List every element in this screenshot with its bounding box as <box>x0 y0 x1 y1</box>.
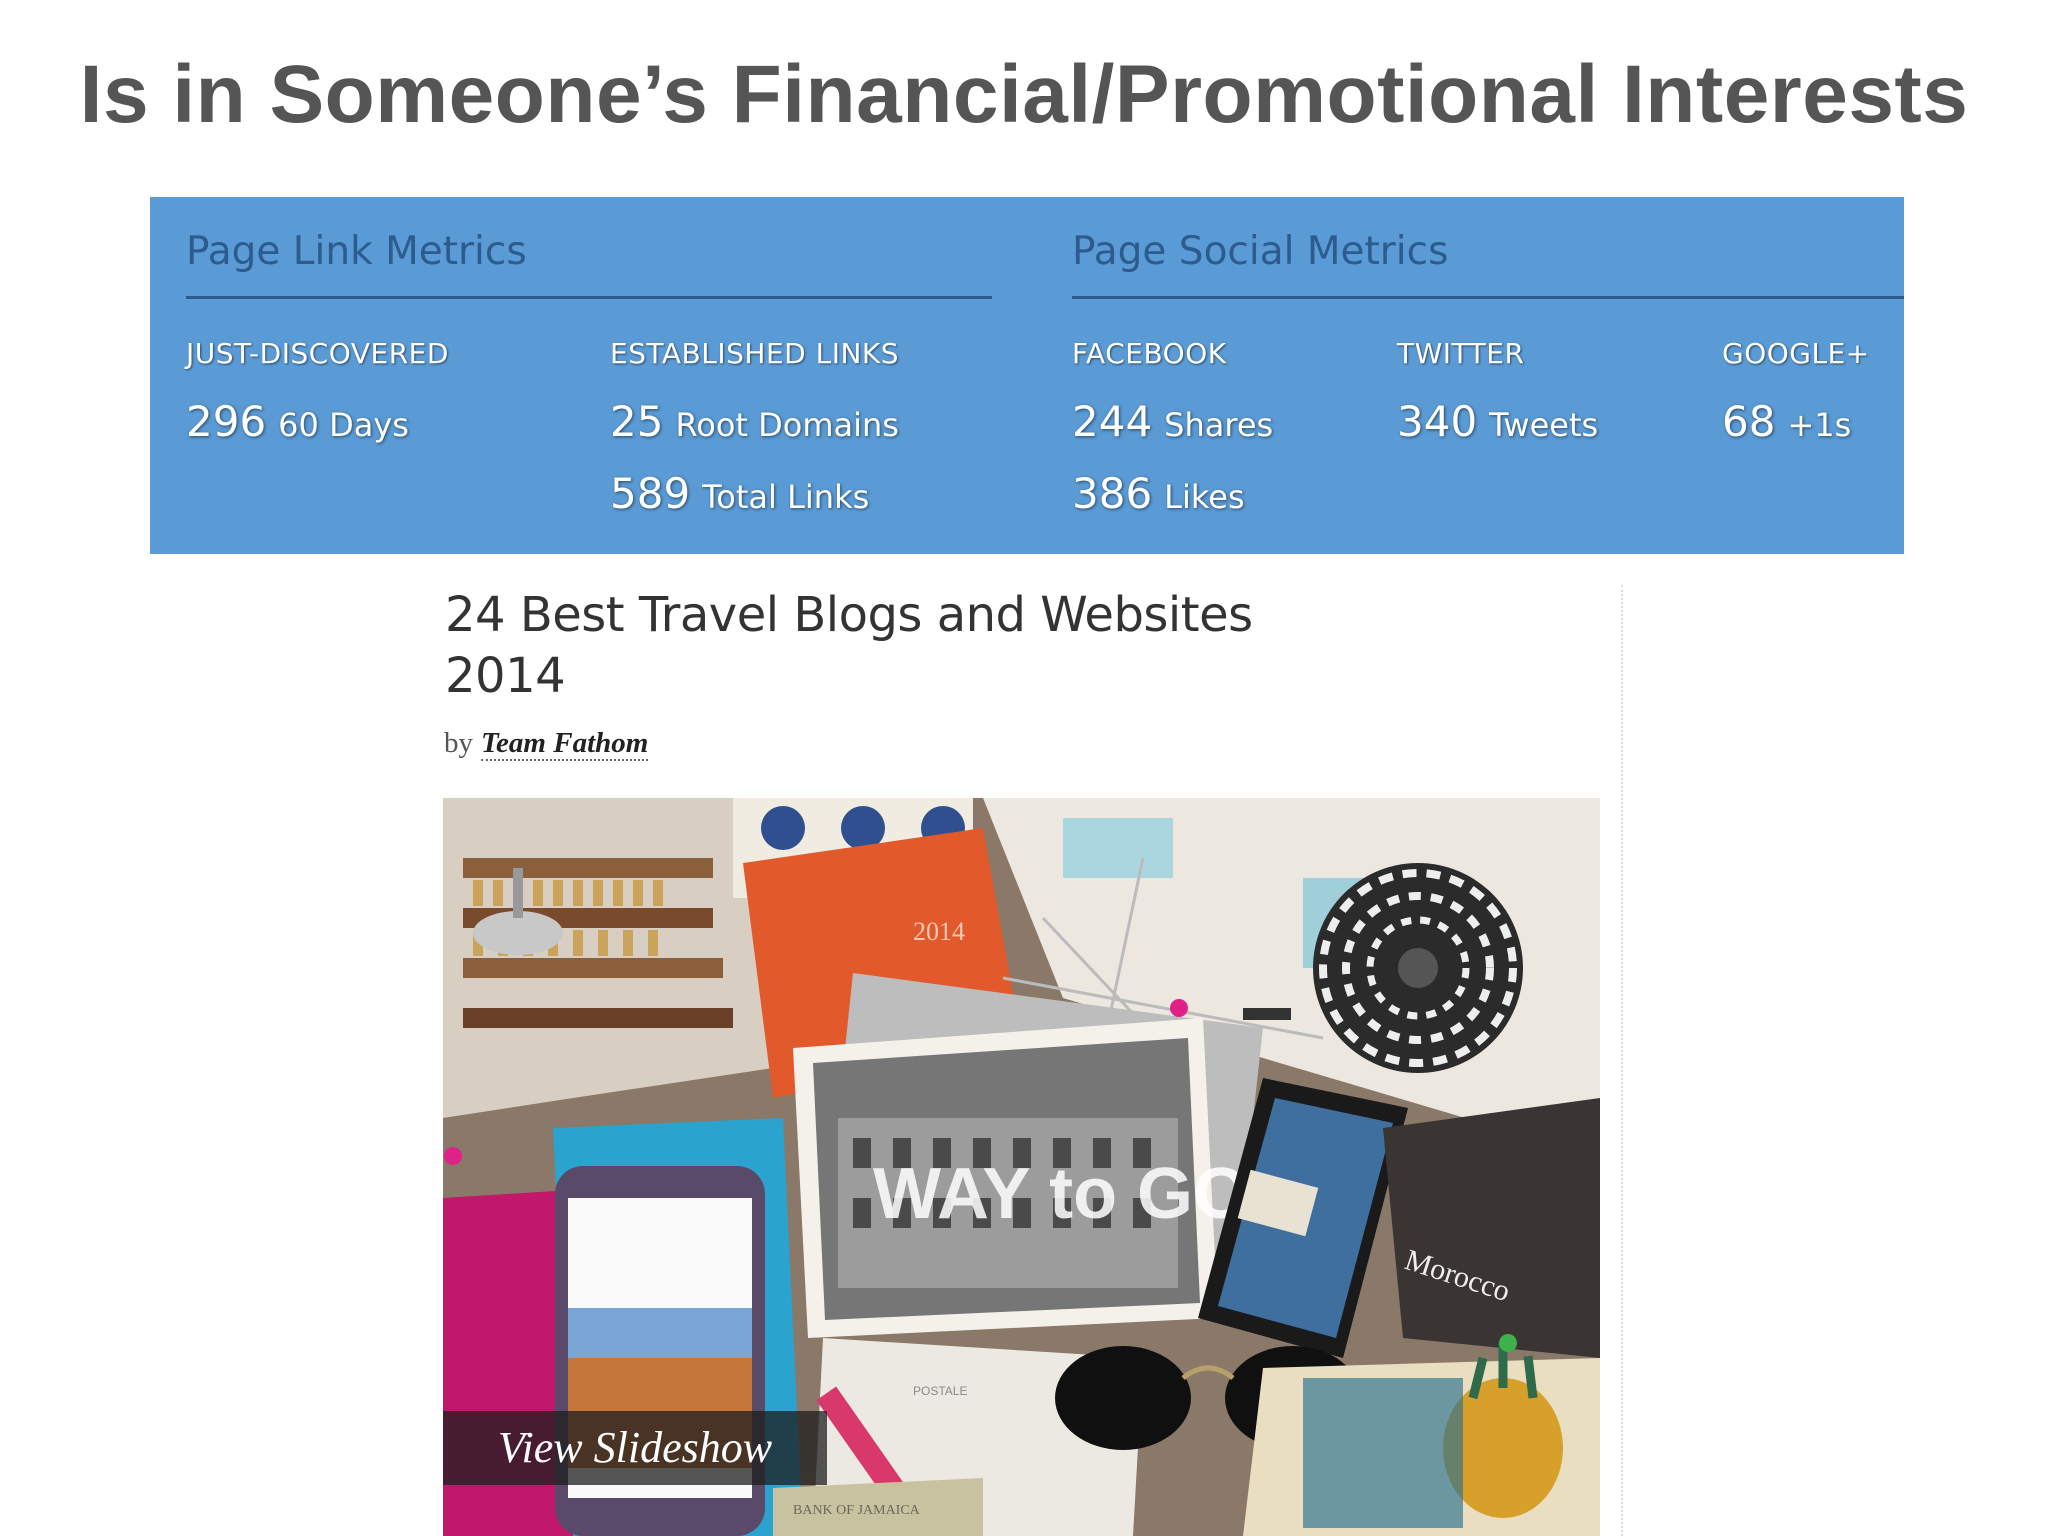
article-preview: 24 Best Travel Blogs and Websites 2014 b… <box>441 585 1623 1536</box>
metric-row: 386 Likes <box>1072 469 1273 518</box>
morocco-card: Morocco <box>1383 1098 1600 1358</box>
metric-label: ESTABLISHED LINKS <box>610 337 900 370</box>
hero-image[interactable]: 2014 WAY to GO Morocco POSTALE BANK OF J… <box>443 798 1600 1536</box>
metric-unit: 60 Days <box>278 406 409 444</box>
social-metrics-divider <box>1072 296 1904 299</box>
twine-ball <box>1313 863 1523 1073</box>
metric-column-google-plus: GOOGLE+ 68 +1s <box>1722 337 1870 444</box>
metric-value: 386 <box>1072 469 1153 518</box>
metric-column-facebook: FACEBOOK 244 Shares 386 Likes <box>1072 337 1273 516</box>
postcard-text: WAY to GO <box>873 1154 1249 1234</box>
push-pin <box>1170 999 1188 1017</box>
byline-prefix: by <box>444 727 473 759</box>
metrics-panel: Page Link Metrics JUST-DISCOVERED 296 60 … <box>150 197 1904 554</box>
metric-unit: +1s <box>1787 406 1852 444</box>
push-pin <box>444 1147 462 1165</box>
metric-unit: Total Links <box>702 478 870 516</box>
metric-label: FACEBOOK <box>1072 337 1227 370</box>
metric-value: 68 <box>1722 397 1776 446</box>
metric-column-just-discovered: JUST-DISCOVERED 296 60 Days <box>186 337 449 444</box>
metric-value: 340 <box>1397 397 1478 446</box>
metric-label: GOOGLE+ <box>1722 337 1870 370</box>
metric-unit: Shares <box>1164 406 1274 444</box>
author-link[interactable]: Team Fathom <box>481 727 649 761</box>
pineapple-card <box>1243 1343 1600 1536</box>
metric-column-twitter: TWITTER 340 Tweets <box>1397 337 1598 444</box>
link-metrics-heading: Page Link Metrics <box>186 229 527 274</box>
article-divider <box>1621 585 1623 1536</box>
metric-label: TWITTER <box>1397 337 1525 370</box>
metric-row: 340 Tweets <box>1397 397 1599 446</box>
metric-row: 296 60 Days <box>186 397 449 446</box>
metric-unit: Likes <box>1164 478 1245 516</box>
metric-unit: Root Domains <box>675 406 899 444</box>
metric-row: 25 Root Domains <box>610 397 899 446</box>
push-pin <box>1499 1334 1517 1352</box>
banknote-text: BANK OF JAMAICA <box>793 1503 921 1518</box>
metric-unit: Tweets <box>1489 406 1599 444</box>
metric-row: 244 Shares <box>1072 397 1274 446</box>
social-metrics-heading: Page Social Metrics <box>1072 229 1449 274</box>
link-metrics-divider <box>186 296 992 299</box>
notebook-year: 2014 <box>913 917 965 946</box>
spice-shop-photo <box>443 798 773 1118</box>
metric-row: 68 +1s <box>1722 397 1870 446</box>
metric-value: 244 <box>1072 397 1153 446</box>
metric-label: JUST-DISCOVERED <box>186 337 449 370</box>
metric-value: 296 <box>186 397 267 446</box>
postale-text: POSTALE <box>913 1384 967 1398</box>
view-slideshow-button[interactable]: View Slideshow <box>443 1411 827 1485</box>
article-byline: by Team Fathom <box>444 727 649 761</box>
banknote: BANK OF JAMAICA <box>773 1478 983 1536</box>
metric-value: 589 <box>610 469 691 518</box>
slide-title: Is in Someone’s Financial/Promotional In… <box>79 49 1969 140</box>
metric-row: 589 Total Links <box>610 469 899 518</box>
metric-column-established-links: ESTABLISHED LINKS 25 Root Domains 589 Tota… <box>610 337 899 516</box>
metric-value: 25 <box>610 397 664 446</box>
article-title[interactable]: 24 Best Travel Blogs and Websites 2014 <box>445 585 1345 707</box>
way-to-go-postcard: WAY to GO <box>793 1018 1249 1338</box>
